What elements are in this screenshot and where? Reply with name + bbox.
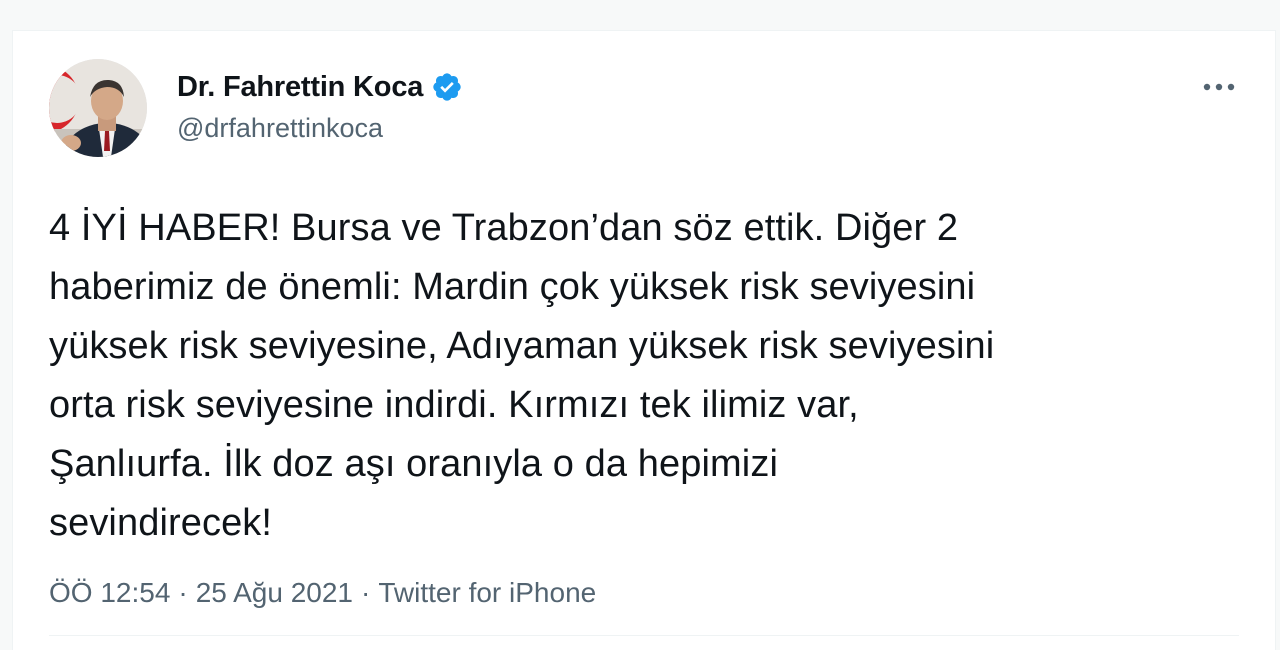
separator: · xyxy=(361,577,371,608)
tweet-card: Dr. Fahrettin Koca @drfahrettinkoca 4 İY… xyxy=(12,30,1276,650)
author-handle[interactable]: @drfahrettinkoca xyxy=(177,113,463,144)
page: Dr. Fahrettin Koca @drfahrettinkoca 4 İY… xyxy=(0,0,1280,650)
tweet-date[interactable]: 25 Ağu 2021 xyxy=(196,577,353,609)
tweet-metadata: ÖÖ 12:54 · 25 Ağu 2021 · Twitter for iPh… xyxy=(49,577,596,609)
display-name-row: Dr. Fahrettin Koca xyxy=(177,69,463,105)
verified-badge-icon xyxy=(431,71,463,103)
more-options-icon xyxy=(1201,79,1237,97)
divider xyxy=(49,635,1239,636)
avatar[interactable] xyxy=(49,59,147,157)
tweet-text: 4 İYİ HABER! Bursa ve Trabzon’dan söz et… xyxy=(49,207,995,544)
tweet-header: Dr. Fahrettin Koca @drfahrettinkoca xyxy=(49,59,1251,159)
tweet-time[interactable]: ÖÖ 12:54 xyxy=(49,577,170,609)
more-options-button[interactable] xyxy=(1199,73,1239,103)
profile-photo-icon xyxy=(49,59,147,157)
separator: · xyxy=(178,577,188,608)
author-names: Dr. Fahrettin Koca @drfahrettinkoca xyxy=(177,69,463,144)
author-display-name[interactable]: Dr. Fahrettin Koca xyxy=(177,71,423,104)
tweet-source[interactable]: Twitter for iPhone xyxy=(378,577,596,609)
